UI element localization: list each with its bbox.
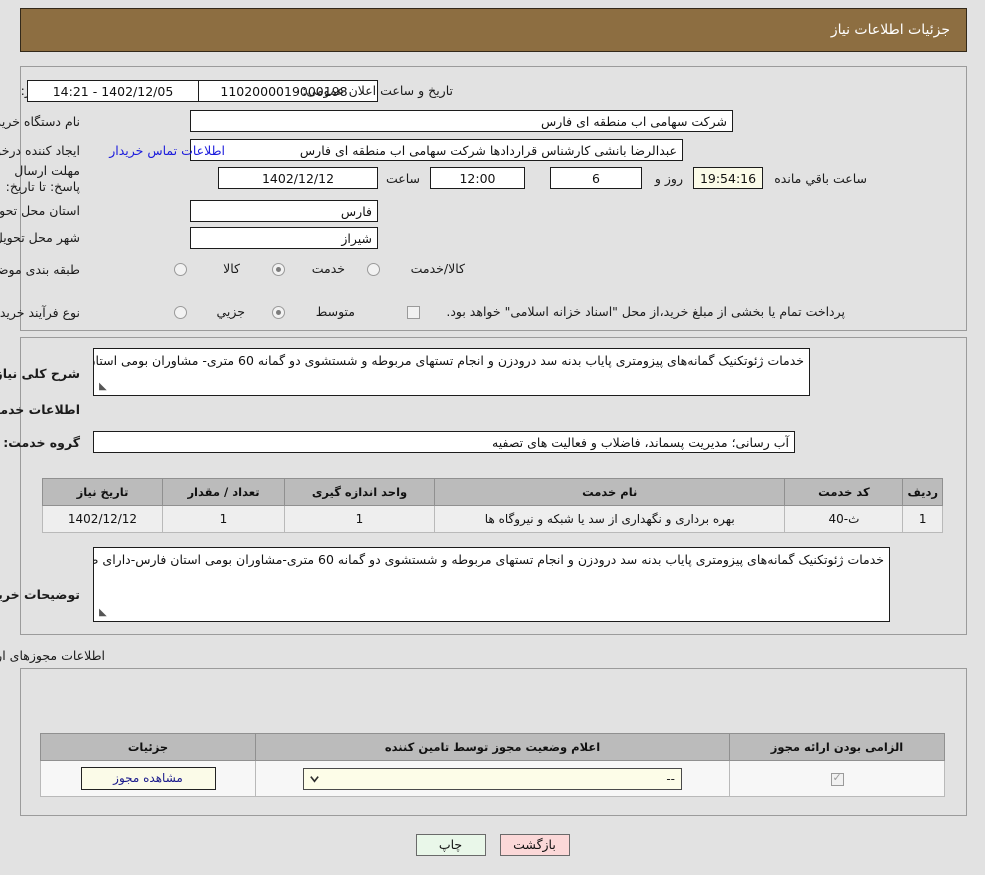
radio-category-kala-label: کالا — [223, 261, 240, 276]
buyer-notes-label: توضیحات خریدار: — [0, 587, 80, 602]
table-row: 1 ث-40 بهره برداری و نگهداری از سد یا شب… — [42, 505, 943, 533]
radio-process-motavasset[interactable] — [272, 306, 285, 319]
remaining-time-suffix: ساعت باقي مانده — [774, 171, 867, 186]
province-value: فارس — [190, 200, 378, 222]
buyer-notes-resize-grip[interactable]: ◢ — [99, 607, 107, 618]
back-button[interactable]: بازگشت — [499, 834, 570, 856]
col-code: کد خدمت — [784, 478, 904, 506]
deadline-hour-value: 12:00 — [430, 167, 525, 189]
city-value: شیراز — [190, 227, 378, 249]
general-desc-value[interactable] — [93, 348, 810, 396]
permit-status-select[interactable]: -- — [303, 767, 682, 790]
print-button[interactable]: چاپ — [415, 834, 486, 856]
requester-value: عبدالرضا بانشی کارشناس قراردادها شرکت سه… — [190, 139, 683, 161]
cell-row: 1 — [902, 505, 943, 533]
treasury-checkbox[interactable] — [407, 306, 420, 319]
deadline-date-value: 1402/12/12 — [218, 167, 378, 189]
deadline-hour-label: ساعت — [385, 171, 420, 186]
view-permit-button[interactable]: مشاهده مجوز — [80, 767, 216, 790]
radio-category-khedmat[interactable] — [272, 263, 285, 276]
cell-need-date: 1402/12/12 — [42, 505, 163, 533]
buyer-notes-value[interactable] — [93, 547, 890, 622]
city-label: شهر محل تحویل: — [0, 230, 80, 245]
page-title: جزئیات اطلاعات نیاز — [830, 22, 950, 38]
col-permit-required: الزامی بودن ارائه مجوز — [729, 733, 945, 761]
province-label: استان محل تحویل: — [0, 203, 80, 218]
treasury-note-label: پرداخت تمام یا بخشی از مبلغ خرید،از محل … — [446, 304, 845, 319]
cell-permit-required — [729, 760, 945, 797]
general-desc-label: شرح کلی نیاز: — [0, 366, 80, 381]
page-root: AriaTender.net جزئیات اطلاعات نیاز شماره… — [0, 0, 985, 875]
remaining-days-label: روز و — [654, 171, 683, 186]
radio-process-jozei[interactable] — [174, 306, 187, 319]
permits-table-header-row: الزامی بودن ارائه مجوز اعلام وضعیت مجوز … — [40, 733, 945, 761]
buyer-contact-link[interactable]: اطلاعات تماس خریدار — [109, 143, 225, 159]
col-need-date: تاریخ نیاز — [42, 478, 163, 506]
remaining-time-value: 19:54:16 — [693, 167, 763, 189]
public-announce-value: 1402/12/05 - 14:21 — [27, 80, 199, 102]
need-info-panel — [20, 66, 967, 331]
radio-process-jozei-label: جزیي — [216, 304, 245, 319]
requester-label: ایجاد کننده درخواست: — [0, 143, 80, 158]
col-permit-details: جزئیات — [40, 733, 256, 761]
col-quantity: تعداد / مقدار — [162, 478, 285, 506]
buyer-org-value: شرکت سهامی اب منطقه ای فارس — [190, 110, 733, 132]
process-label: نوع فرآیند خرید : — [0, 305, 80, 320]
table-row: -- مشاهده مجوز — [40, 760, 945, 797]
col-row: ردیف — [902, 478, 943, 506]
radio-category-kala[interactable] — [174, 263, 187, 276]
col-unit: واحد اندازه گیری — [284, 478, 435, 506]
radio-category-khedmat-label: خدمت — [311, 261, 345, 276]
service-group-label: گروه خدمت: — [3, 435, 80, 450]
col-name: نام خدمت — [433, 478, 786, 506]
cell-name: بهره برداری و نگهداری از سد یا شبکه و نی… — [433, 505, 786, 533]
services-table-header-row: ردیف کد خدمت نام خدمت واحد اندازه گیری ت… — [42, 478, 943, 506]
permit-status-value: -- — [666, 771, 675, 786]
footer-actions: بازگشت چاپ — [0, 834, 985, 856]
cell-code: ث-40 — [784, 505, 904, 533]
page-header-bar: جزئیات اطلاعات نیاز — [20, 8, 967, 52]
services-table: ردیف کد خدمت نام خدمت واحد اندازه گیری ت… — [42, 478, 943, 533]
cell-quantity: 1 — [162, 505, 285, 533]
chevron-down-icon — [310, 775, 319, 783]
radio-category-kala-khedmat-label: کالا/خدمت — [410, 261, 465, 276]
cell-permit-details: مشاهده مجوز — [40, 760, 256, 797]
col-permit-status: اعلام وضعیت مجوز توسط تامین کننده — [255, 733, 730, 761]
buyer-org-label: نام دستگاه خریدار: — [0, 114, 80, 129]
category-label: طبقه بندی موضوعی: — [0, 262, 80, 277]
textarea-resize-grip[interactable]: ◢ — [99, 381, 107, 392]
cell-permit-status: -- — [255, 760, 730, 797]
permits-section-heading: اطلاعات مجوزهای ارائه خدمت / کالا — [0, 648, 105, 663]
service-group-value: آب رسانی؛ مدیریت پسماند، فاضلاب و فعالیت… — [93, 431, 795, 453]
cell-unit: 1 — [284, 505, 435, 533]
permits-table: الزامی بودن ارائه مجوز اعلام وضعیت مجوز … — [40, 733, 945, 797]
radio-category-kala-khedmat[interactable] — [367, 263, 380, 276]
deadline-label: مهلت ارسال پاسخ: تا تاریخ: — [5, 163, 80, 194]
services-heading: اطلاعات خدمات مورد نیاز — [0, 402, 80, 417]
remaining-days-value: 6 — [550, 167, 642, 189]
permit-required-checkbox — [830, 771, 844, 786]
public-announce-label: تاریخ و ساعت اعلان عمومی: — [302, 83, 453, 98]
radio-process-motavasset-label: متوسط — [315, 304, 355, 319]
